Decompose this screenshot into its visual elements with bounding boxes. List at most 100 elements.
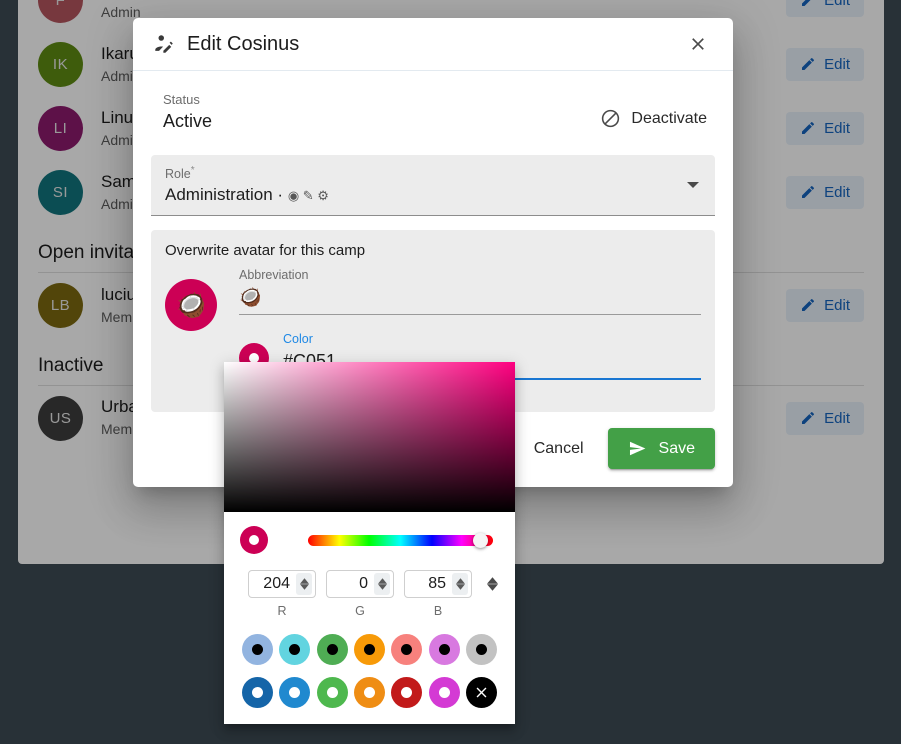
color-mode-toggle[interactable]: [484, 570, 501, 598]
avatar: IK: [38, 41, 83, 87]
swatch-clear-color[interactable]: [465, 677, 497, 708]
edit-button[interactable]: Edit: [786, 401, 864, 435]
avatar-override-title: Overwrite avatar for this camp: [165, 242, 366, 260]
dialog-title: Edit Cosinus: [187, 32, 300, 55]
swatch-core: [289, 644, 301, 655]
swatch-core: [363, 644, 375, 655]
role-label-text: Role: [165, 167, 191, 182]
swatch-light-green[interactable]: [316, 634, 348, 665]
close-icon: [476, 687, 487, 698]
pencil-icon: [802, 57, 815, 70]
g-input[interactable]: [327, 575, 374, 593]
swatch-light-grey[interactable]: [465, 634, 497, 665]
role-value: Administration · ◉ ✎ ⚙: [165, 183, 701, 208]
edit-button[interactable]: Edit: [786, 0, 864, 17]
chevron-down-icon: [299, 584, 309, 590]
chevron-down-icon: [377, 584, 387, 590]
rgb-cell-r: R: [248, 570, 316, 618]
r-caption: R: [277, 604, 287, 618]
chevron-up-icon: [487, 577, 498, 584]
status-row: Status Active Deactivate: [151, 91, 715, 133]
swatch-core: [401, 644, 413, 655]
pencil-icon: [802, 185, 815, 198]
edit-button[interactable]: Edit: [786, 47, 864, 81]
avatar: LB: [38, 282, 83, 328]
swatch-core: [326, 644, 338, 655]
swatch-green[interactable]: [316, 677, 348, 708]
block-icon: [602, 109, 620, 128]
edit-button-label: Edit: [824, 55, 850, 73]
chevron-down-icon[interactable]: [687, 182, 699, 189]
role-value-text: Administration ·: [165, 185, 288, 205]
edit-button-label: Edit: [824, 296, 850, 314]
edit-button[interactable]: Edit: [786, 175, 864, 209]
swatch-light-orange[interactable]: [353, 634, 385, 665]
abbreviation-label: Abbreviation: [239, 268, 309, 283]
hue-slider-thumb[interactable]: [472, 532, 488, 548]
b-stepper[interactable]: [404, 570, 472, 598]
swatch-light-red[interactable]: [391, 634, 423, 665]
deactivate-button[interactable]: Deactivate: [594, 104, 713, 133]
person-edit-icon: [155, 35, 173, 53]
rgb-cell-g: G: [326, 570, 394, 618]
rgb-inputs-row: R G: [224, 564, 515, 622]
pencil-icon: [802, 0, 811, 6]
abbreviation-input[interactable]: [239, 284, 701, 311]
status-value: Active: [163, 111, 213, 131]
swatch-light-purple[interactable]: [428, 634, 460, 665]
avatar: LI: [38, 105, 83, 151]
avatar: F: [38, 0, 83, 23]
r-stepper[interactable]: [248, 570, 316, 598]
g-caption: G: [355, 604, 365, 618]
role-select[interactable]: Role* Administration · ◉ ✎ ⚙: [151, 155, 715, 217]
r-spin-arrows[interactable]: [296, 573, 312, 595]
swatch-magenta[interactable]: [428, 677, 460, 708]
save-button[interactable]: Save: [607, 428, 715, 470]
swatch-row-dark: [242, 677, 497, 708]
dialog-body: Status Active Deactivate Role* Administr…: [133, 71, 733, 413]
color-label: Color: [283, 332, 313, 347]
swatch-orange[interactable]: [353, 677, 385, 708]
g-stepper[interactable]: [326, 570, 394, 598]
abbreviation-field[interactable]: Abbreviation: [239, 267, 701, 317]
g-spin-arrows[interactable]: [374, 573, 390, 595]
deactivate-label: Deactivate: [631, 109, 707, 127]
avatar: SI: [38, 169, 83, 215]
close-glyph: [692, 38, 704, 50]
swatch-core: [289, 687, 301, 698]
edit-button[interactable]: Edit: [786, 111, 864, 145]
role-value-icons: ◉ ✎ ⚙: [287, 188, 329, 204]
edit-button[interactable]: Edit: [786, 288, 864, 322]
swatch-core: [475, 644, 487, 655]
avatar: US: [38, 395, 83, 441]
dialog-header: Edit Cosinus: [133, 18, 733, 71]
swatch-core: [252, 687, 263, 698]
swatch-light-cyan[interactable]: [279, 634, 311, 665]
swatch-light-blue[interactable]: [242, 634, 273, 665]
close-icon[interactable]: [683, 29, 713, 59]
swatch-core: [438, 687, 450, 698]
chevron-down-icon: [455, 584, 465, 590]
edit-button-label: Edit: [824, 183, 850, 201]
picker-hue-row: [224, 512, 515, 564]
hue-slider[interactable]: [308, 532, 493, 548]
send-icon: [629, 441, 645, 456]
saturation-value-area[interactable]: [224, 362, 515, 512]
edit-button-label: Edit: [824, 409, 850, 427]
color-picker-popover: R G: [224, 362, 515, 724]
swatch-core: [252, 644, 263, 655]
color-preview-core: [249, 535, 259, 545]
b-input[interactable]: [405, 575, 452, 593]
swatch-blue[interactable]: [279, 677, 311, 708]
abbreviation-row: [239, 284, 701, 311]
pencil-icon: [802, 298, 815, 311]
b-spin-arrows[interactable]: [452, 573, 468, 595]
swatch-dark-blue[interactable]: [242, 677, 273, 708]
swatch-dark-red[interactable]: [391, 677, 423, 708]
cancel-button[interactable]: Cancel: [518, 430, 600, 468]
r-input[interactable]: [249, 575, 296, 593]
pencil-icon: [802, 411, 815, 424]
swatch-core: [326, 687, 338, 698]
role-label: Role*: [165, 163, 701, 182]
swatch-row-light: [242, 634, 497, 665]
